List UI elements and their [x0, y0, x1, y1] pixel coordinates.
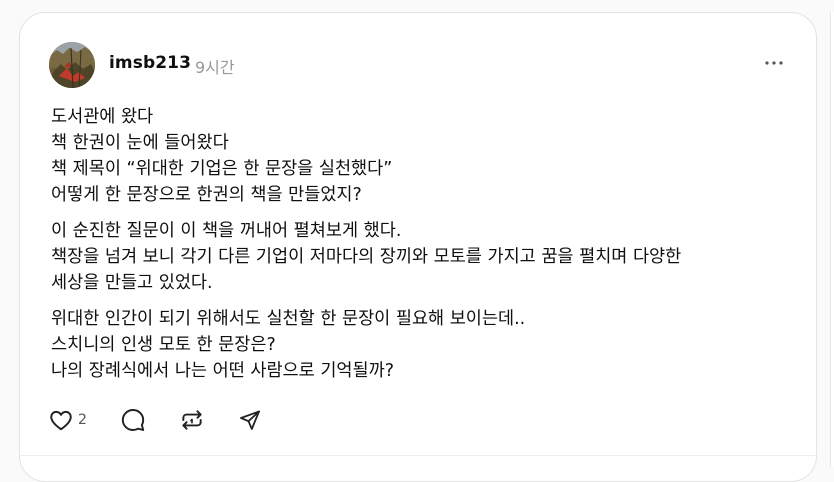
post-body: 도서관에 왔다 책 한권이 눈에 들어왔다 책 제목이 “위대한 기업은 한 문… — [51, 104, 801, 394]
more-horizontal-icon[interactable] — [762, 55, 786, 71]
like-button[interactable]: 2 — [48, 407, 87, 433]
share-button[interactable] — [238, 408, 262, 432]
post-card: imsb213 9시간 도서관에 왔다 책 한권이 눈에 들어왔다 책 제목이 … — [19, 12, 817, 482]
repost-icon — [179, 407, 205, 433]
divider — [19, 455, 817, 456]
post-paragraph: 위대한 인간이 되기 위해서도 실천할 한 문장이 필요해 보이는데.. 스치니… — [51, 309, 526, 381]
post-paragraph: 도서관에 왔다 책 한권이 눈에 들어왔다 책 제목이 “위대한 기업은 한 문… — [51, 107, 393, 205]
username[interactable]: imsb213 — [109, 53, 191, 73]
post-paragraph: 이 순진한 질문이 이 책을 꺼내어 펼쳐보게 했다. 책장을 넘겨 보니 각기… — [51, 221, 682, 293]
like-count: 2 — [78, 412, 87, 428]
send-icon — [238, 408, 262, 432]
avatar[interactable] — [49, 42, 95, 88]
scrollbar[interactable] — [830, 12, 834, 467]
post-timestamp[interactable]: 9시간 — [195, 54, 235, 78]
heart-icon — [48, 407, 74, 433]
comment-button[interactable] — [120, 407, 146, 433]
comment-bubble-icon — [120, 407, 146, 433]
post-actions: 2 — [48, 407, 295, 433]
repost-button[interactable] — [179, 407, 205, 433]
